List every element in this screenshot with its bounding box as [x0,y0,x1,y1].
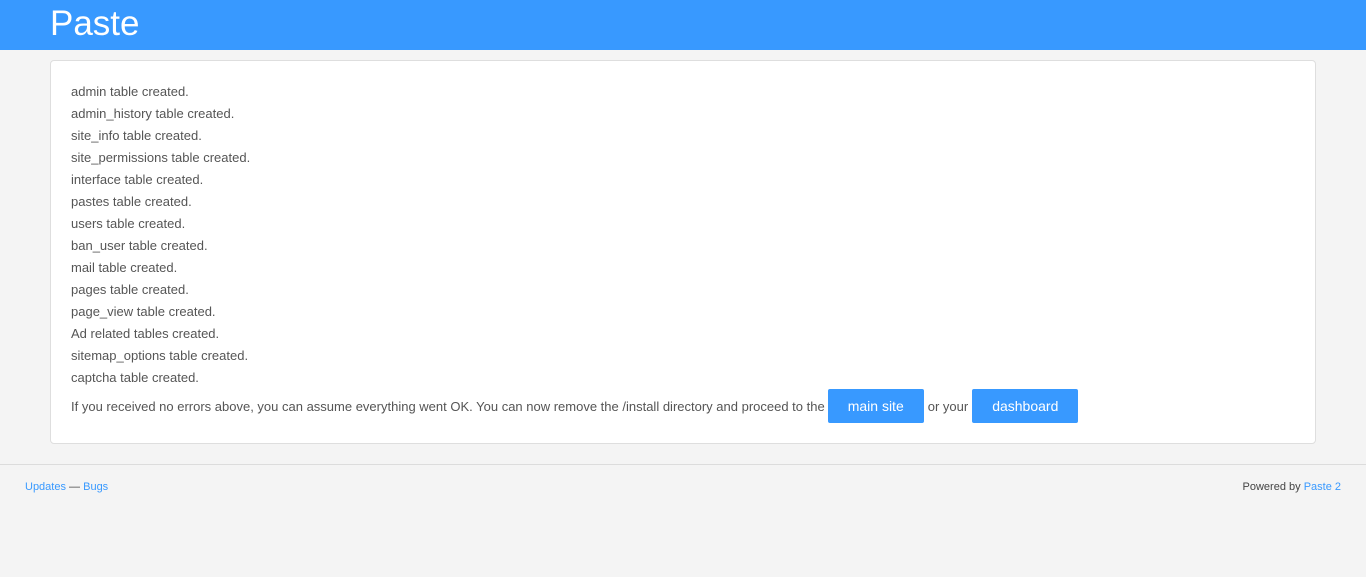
dashboard-button[interactable]: dashboard [972,389,1079,423]
main-site-button[interactable]: main site [827,389,924,423]
log-line: page_view table created. [71,304,216,319]
log-line: site_permissions table created. [71,150,251,165]
footer-separator: — [69,481,84,493]
footer-divider [0,464,1366,465]
updates-link[interactable]: Updates [25,481,66,493]
install-finish-message: If you received no errors above, you can… [71,389,1079,423]
log-line: pastes table created. [71,194,192,209]
powered-by: Powered by Paste 2 [1243,480,1341,494]
between-text: or your [927,398,969,414]
log-line: admin table created. [71,84,189,99]
log-line: admin_history table created. [71,106,235,121]
install-log-list: admin table created. admin_history table… [71,81,250,389]
log-line: captcha table created. [71,370,199,385]
finish-text: If you received no errors above, you can… [71,398,825,414]
bugs-link[interactable]: Bugs [83,481,108,493]
log-line: ban_user table created. [71,238,208,253]
footer-links: Updates — Bugs [25,480,108,494]
top-navbar: Paste [0,0,1366,50]
install-result-panel: admin table created. admin_history table… [50,60,1316,444]
powered-by-text: Powered by [1242,481,1304,493]
log-line: site_info table created. [71,128,202,143]
log-line: Ad related tables created. [71,326,220,341]
log-line: sitemap_options table created. [71,348,249,363]
brand-logo-link[interactable]: Paste [50,4,140,44]
log-line: pages table created. [71,282,189,297]
log-line: mail table created. [71,260,178,275]
paste2-link[interactable]: Paste 2 [1304,481,1341,493]
log-line: users table created. [71,216,186,231]
log-line: interface table created. [71,172,204,187]
